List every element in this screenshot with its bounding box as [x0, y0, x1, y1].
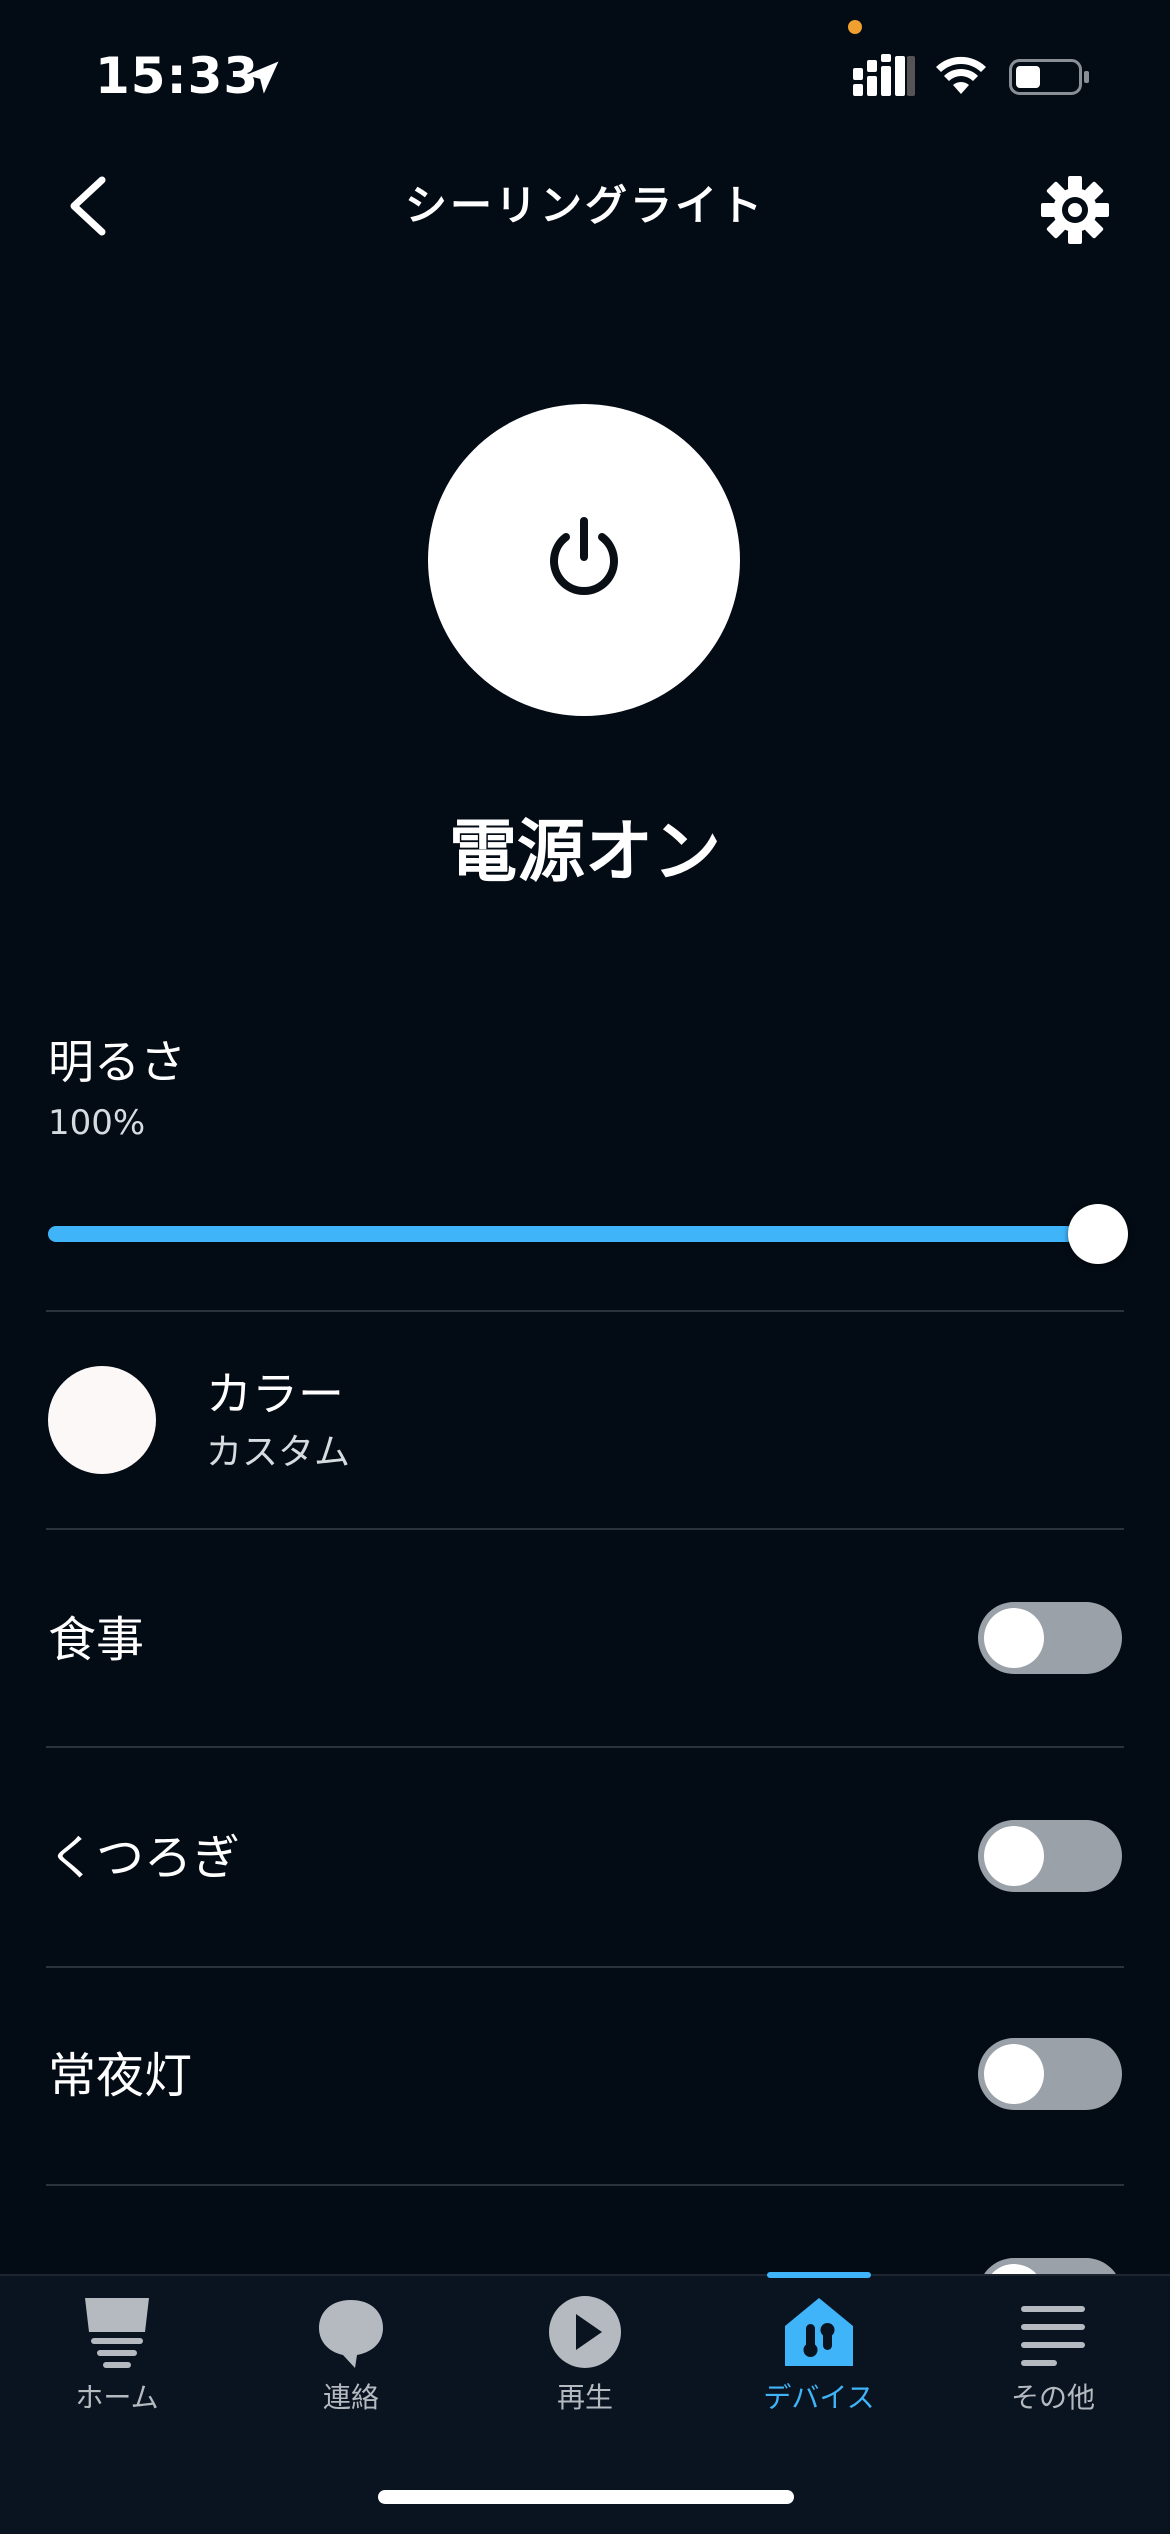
home-indicator[interactable]	[378, 2490, 794, 2504]
brightness-slider-thumb[interactable]	[1068, 1204, 1128, 1264]
toggle-knob	[984, 1826, 1044, 1886]
active-tab-indicator	[767, 2272, 871, 2278]
divider	[46, 1966, 1124, 1968]
scene-label-meal: 食事	[48, 1612, 145, 1668]
tab-label: 再生	[556, 2381, 613, 2414]
toggle-knob	[984, 1608, 1044, 1668]
tab-label: 連絡	[322, 2381, 379, 2414]
divider	[46, 1528, 1124, 1530]
tab-communicate[interactable]: 連絡	[234, 2290, 468, 2430]
tab-home[interactable]: ホーム	[0, 2290, 234, 2430]
speech-bubble-icon	[319, 2300, 383, 2368]
scene-label-nightlight: 常夜灯	[48, 2048, 193, 2104]
settings-button[interactable]	[1035, 170, 1115, 250]
tab-devices[interactable]: デバイス	[702, 2290, 936, 2430]
cellular-signal-icon	[853, 54, 915, 96]
color-label[interactable]: カラー	[206, 1364, 344, 1424]
power-status-label: 電源オン	[448, 813, 721, 892]
divider	[46, 2184, 1124, 2186]
brightness-slider[interactable]	[48, 1204, 1128, 1264]
tab-play[interactable]: 再生	[468, 2290, 702, 2430]
play-icon	[549, 2296, 621, 2368]
scene-toggle-relax[interactable]	[978, 1820, 1122, 1892]
brightness-slider-fill	[48, 1226, 1098, 1242]
tab-label: ホーム	[75, 2381, 159, 2414]
location-arrow-icon	[245, 61, 279, 94]
scene-toggle-nightlight[interactable]	[978, 2038, 1122, 2110]
tab-label: その他	[1010, 2381, 1095, 2414]
divider	[46, 1746, 1124, 1748]
scene-toggle-meal[interactable]	[978, 1602, 1122, 1674]
devices-icon	[785, 2298, 853, 2366]
brightness-value: 100%	[48, 1103, 146, 1143]
recording-indicator-dot	[848, 20, 862, 34]
toggle-knob	[984, 2044, 1044, 2104]
power-button[interactable]	[428, 404, 740, 716]
page-title: シーリングライト	[404, 181, 765, 230]
wifi-icon	[936, 56, 986, 94]
power-icon	[550, 517, 618, 595]
color-value: カスタム	[206, 1432, 351, 1473]
menu-icon	[1021, 2306, 1085, 2366]
color-swatch[interactable]	[48, 1366, 156, 1474]
home-icon	[85, 2298, 149, 2368]
battery-icon	[1009, 59, 1089, 95]
brightness-label: 明るさ	[48, 1035, 186, 1089]
scene-label-relax: くつろぎ	[48, 1830, 241, 1886]
divider	[46, 1310, 1124, 1312]
tab-label: デバイス	[763, 2381, 875, 2414]
tab-more[interactable]: その他	[936, 2290, 1170, 2430]
status-time: 15:33	[95, 47, 260, 105]
